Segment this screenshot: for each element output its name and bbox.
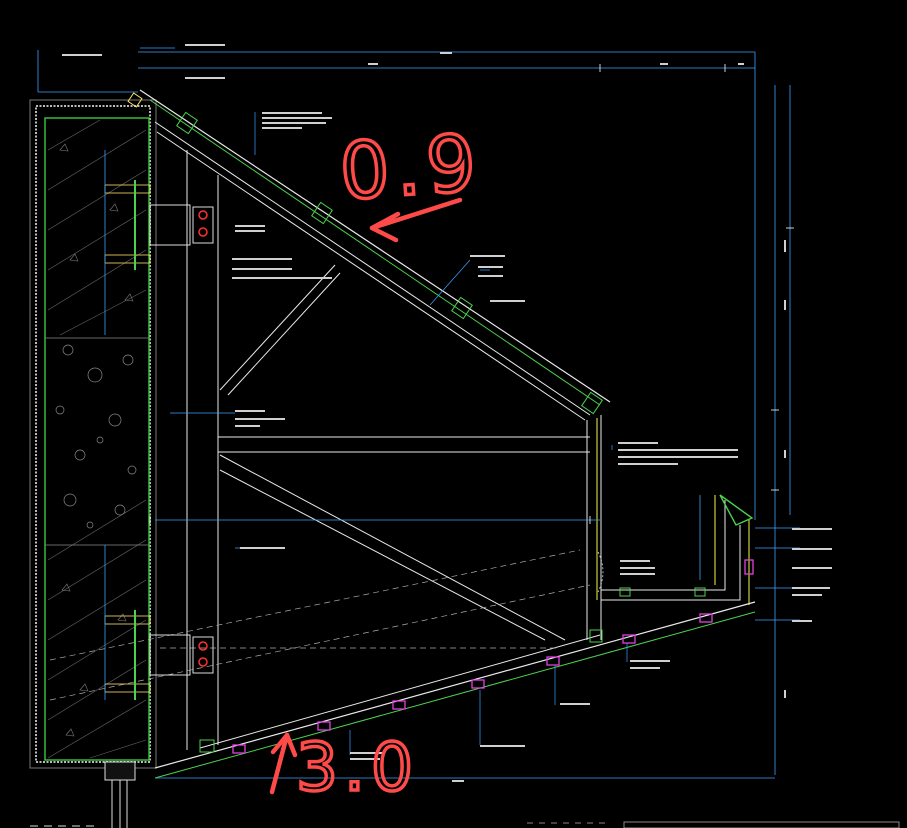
window-frame — [30, 761, 136, 828]
red-markup — [269, 197, 463, 795]
horizontal-scrollbar[interactable] — [623, 821, 900, 828]
handwritten-top-value: 0.9 — [337, 118, 485, 218]
cad-section-drawing: 0.9 3.0 — [29, 44, 900, 828]
wall-section — [29, 99, 157, 769]
soffit-supports — [199, 587, 706, 753]
arrow-top-head-icon — [369, 211, 401, 243]
hidden-lines — [49, 549, 591, 701]
soffit-clips — [232, 559, 754, 754]
cad-drawing-viewport[interactable]: 0.9 3.0 — [0, 0, 907, 828]
wall-brackets-lower — [104, 610, 214, 700]
handwritten-bottom-value: 3.0 — [296, 729, 419, 806]
